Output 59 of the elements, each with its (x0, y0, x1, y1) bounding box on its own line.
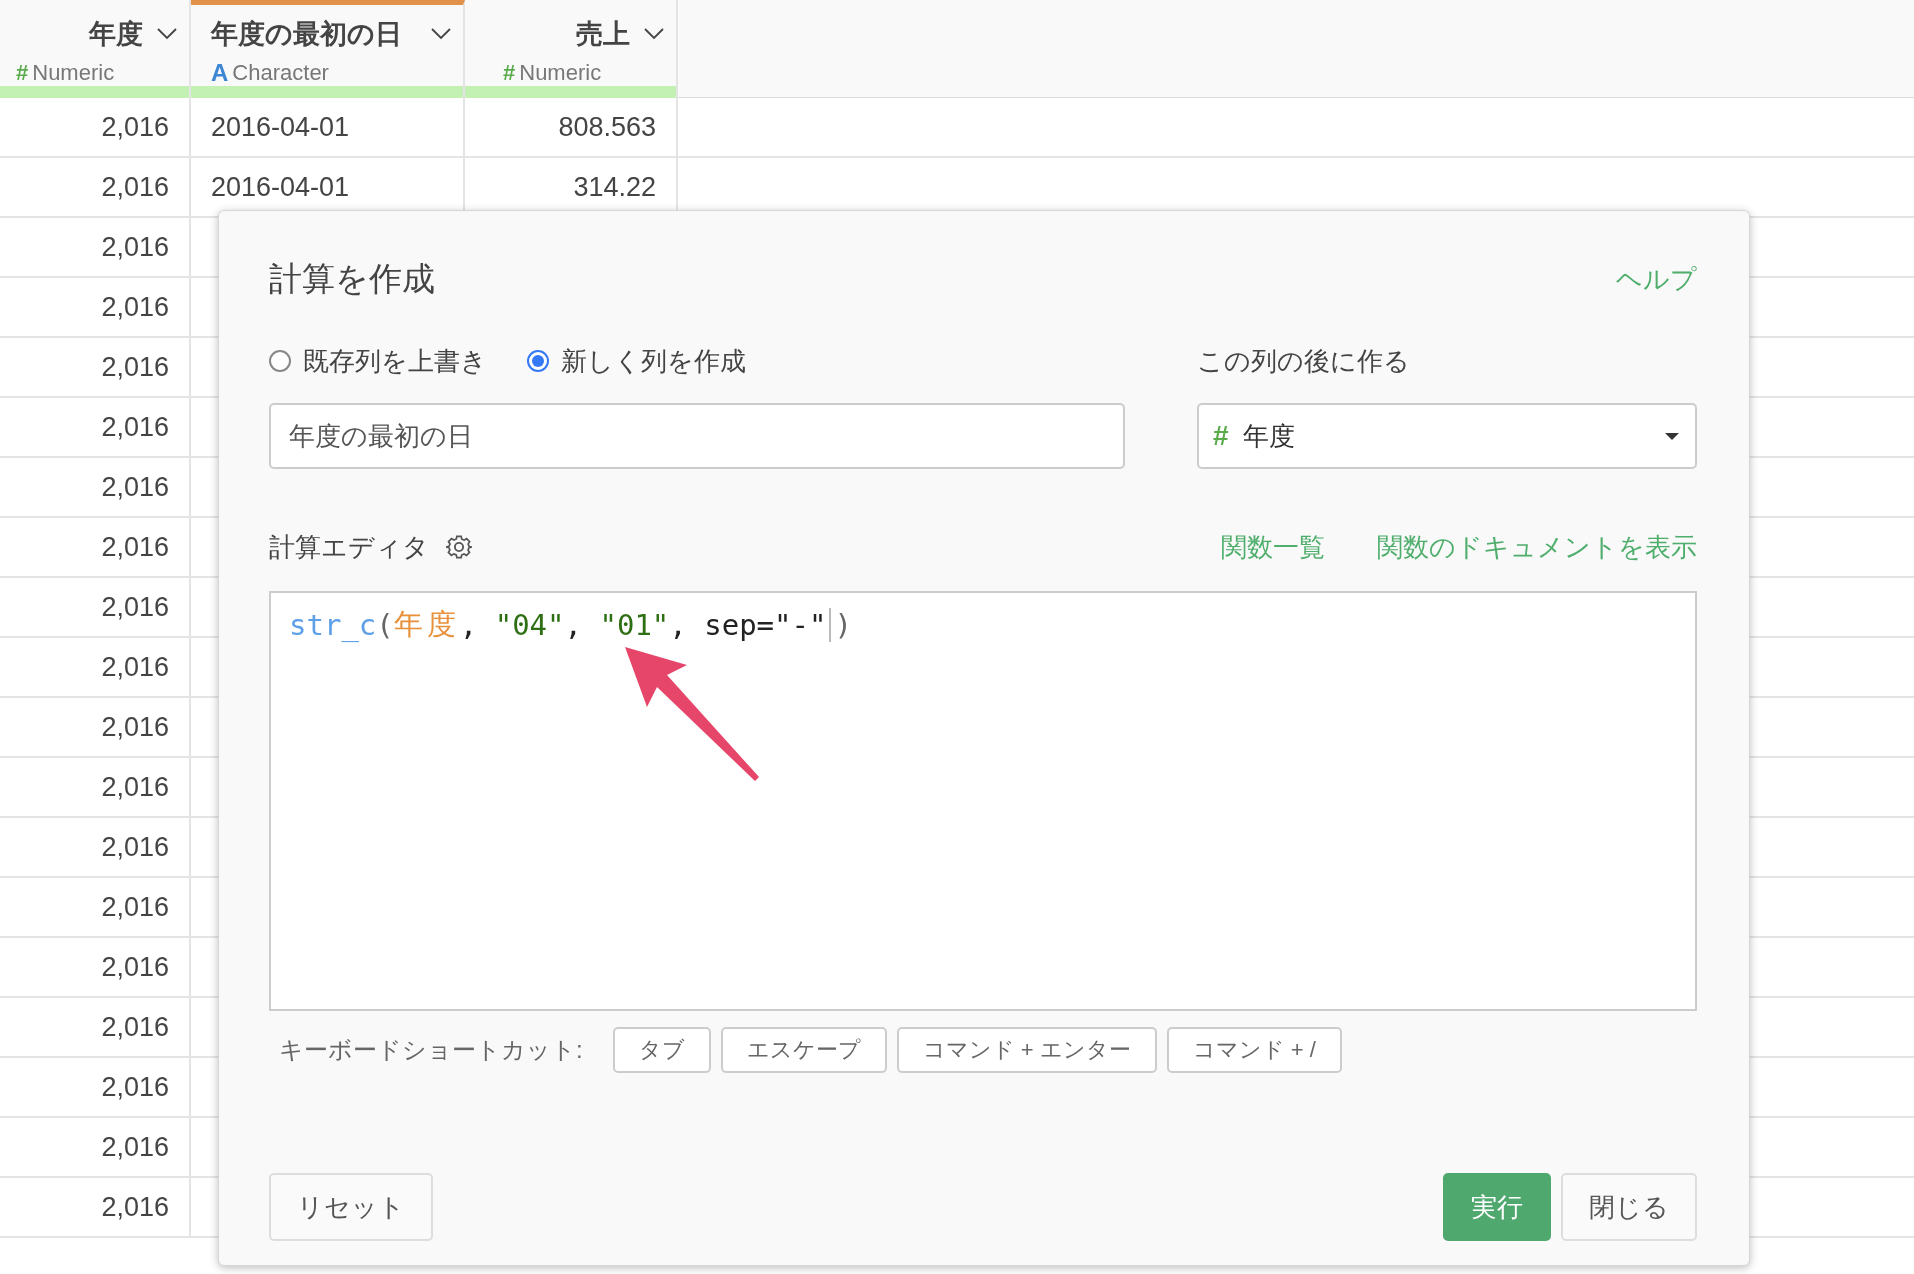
column-name: 売上 (576, 18, 630, 51)
table-cell: 2,016 (101, 951, 169, 983)
caret-icon (1665, 432, 1679, 440)
column-header[interactable]: 年度の最初の日 A Character (191, 0, 465, 98)
field-label: この列の後に作る (1197, 345, 1411, 378)
column-dropdown[interactable]: # 年度 (1197, 403, 1697, 469)
table-cell: 2,016 (101, 891, 169, 923)
column-type: Character (232, 60, 329, 86)
table-cell: 2,016 (101, 111, 169, 143)
hash-icon: # (503, 60, 516, 86)
radio-label: 新しく列を作成 (561, 344, 746, 378)
shortcut-key: コマンド + / (1166, 1027, 1342, 1073)
column-header[interactable]: 年度 # Numeric (0, 0, 191, 98)
table-cell: 808.563 (558, 111, 656, 143)
radio-label: 既存列を上書き (303, 344, 487, 378)
table-cell: 2,016 (101, 411, 169, 443)
editor-label: 計算エディタ (269, 530, 429, 564)
table-cell: 2,016 (101, 771, 169, 803)
chevron-down-icon[interactable] (431, 28, 451, 40)
table-cell: 2,016 (101, 231, 169, 263)
table-cell: 2,016 (101, 711, 169, 743)
column-type: Numeric (32, 60, 115, 86)
letter-a-icon: A (211, 59, 229, 87)
column-name-field[interactable]: 年度の最初の日 (269, 403, 1125, 469)
table-cell: 2,016 (101, 531, 169, 563)
column-header[interactable]: 売上 # Numeric (465, 0, 678, 98)
table-cell: 2,016 (101, 651, 169, 683)
table-cell: 2,016 (101, 351, 169, 383)
dialog-title: 計算を作成 (269, 258, 435, 299)
hash-icon: # (16, 60, 29, 86)
column-name: 年度 (89, 18, 143, 51)
table-cell: 2016-04-01 (211, 171, 350, 203)
table-cell: 2,016 (101, 1071, 169, 1103)
chevron-down-icon[interactable] (157, 28, 177, 40)
shortcuts-label: キーボードショートカット: (279, 1035, 583, 1065)
settings-icon[interactable] (445, 533, 473, 561)
hash-icon: # (1213, 420, 1229, 452)
shortcut-key: コマンド + エンター (896, 1027, 1157, 1073)
code-line: str_c(年度, "04", "01", sep="-" ) (289, 606, 852, 644)
radio-button[interactable] (527, 350, 549, 372)
table-cell: 2,016 (101, 1191, 169, 1223)
code-editor[interactable]: str_c(年度, "04", "01", sep="-" ) (269, 591, 1697, 1011)
table-cell: 314.22 (573, 171, 656, 203)
table-cell: 2,016 (101, 1131, 169, 1163)
table-cell: 2,016 (101, 1011, 169, 1043)
shortcut-key: タブ (612, 1027, 711, 1073)
close-button[interactable]: 閉じる (1561, 1173, 1697, 1241)
chevron-down-icon[interactable] (644, 28, 664, 40)
table-cell: 2,016 (101, 171, 169, 203)
table-cell: 2016-04-01 (211, 111, 350, 143)
radio-button[interactable] (269, 350, 291, 372)
column-name: 年度の最初の日 (211, 18, 402, 51)
shortcut-key: エスケープ (720, 1027, 887, 1073)
table-cell: 2,016 (101, 471, 169, 503)
table-cell: 2,016 (101, 591, 169, 623)
table-cell: 2,016 (101, 831, 169, 863)
column-type: Numeric (519, 60, 602, 86)
reset-button[interactable]: リセット (269, 1173, 433, 1241)
table-cell: 2,016 (101, 291, 169, 323)
